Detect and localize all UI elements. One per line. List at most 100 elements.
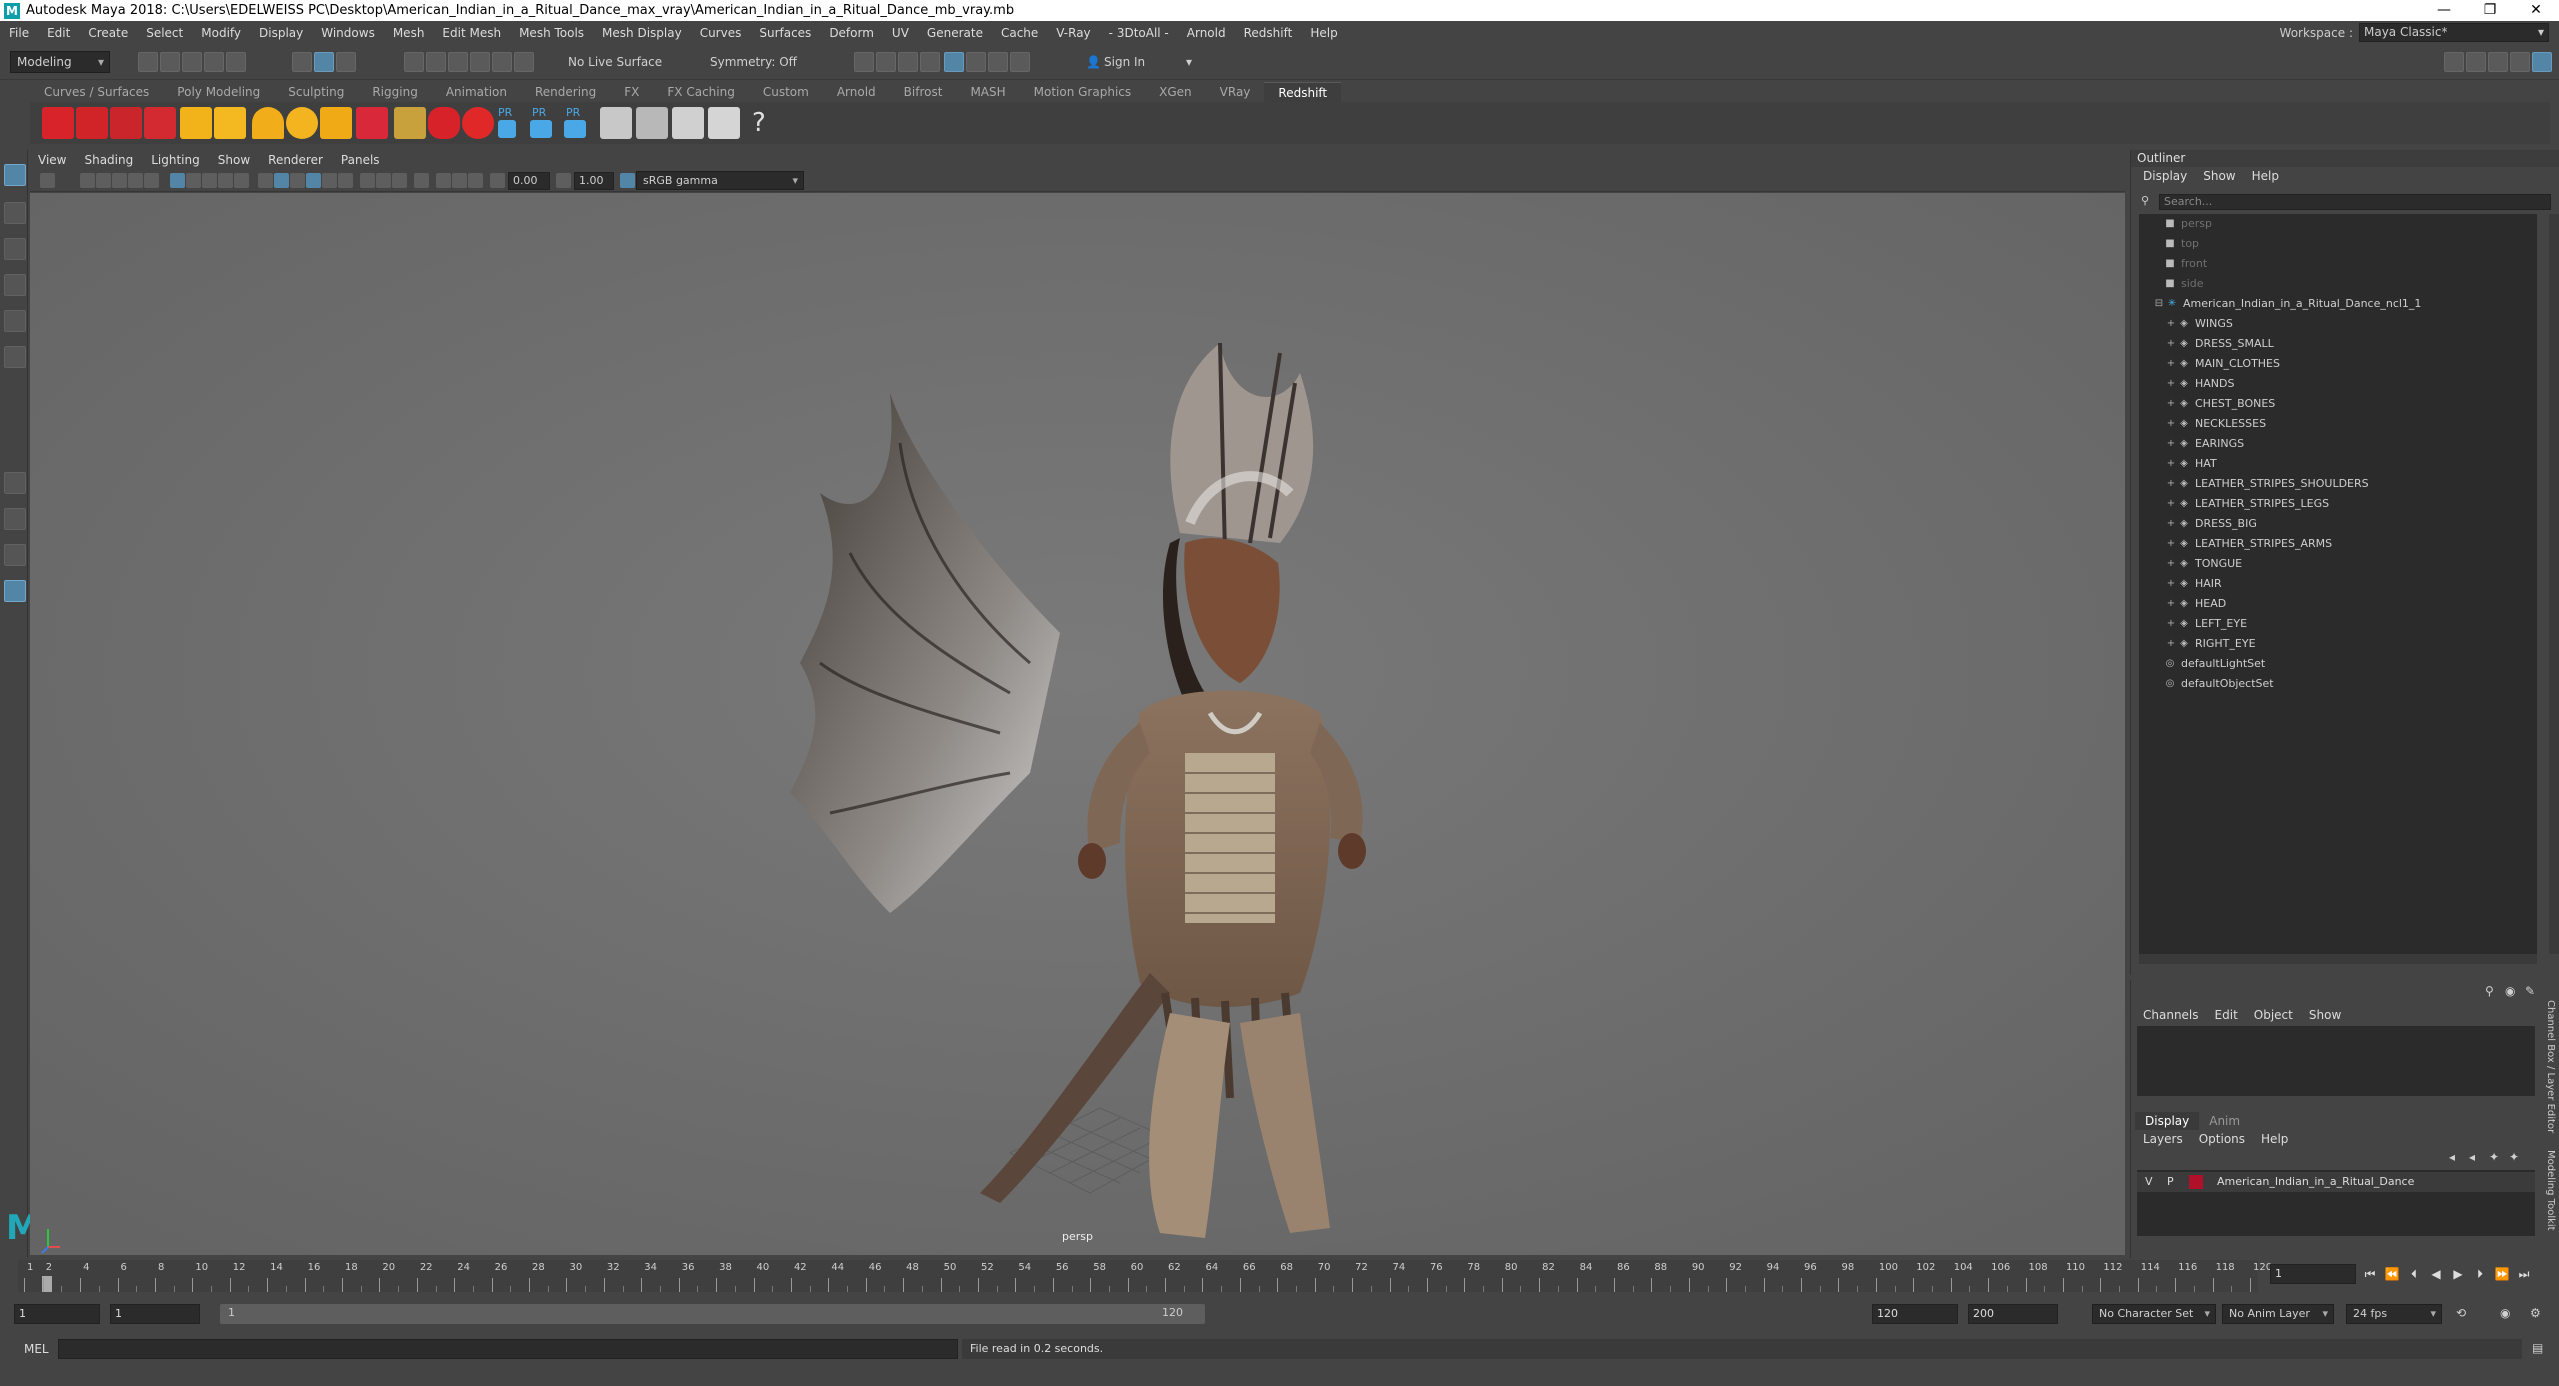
shelf-tab-motion-graphics[interactable]: Motion Graphics	[1020, 82, 1146, 102]
menu-curves[interactable]: Curves	[691, 26, 751, 40]
smooth-shade-icon[interactable]	[274, 173, 289, 188]
pr-label-3[interactable]: PR	[566, 106, 580, 119]
expand-icon[interactable]: +	[2165, 614, 2177, 634]
menu-windows[interactable]: Windows	[312, 26, 384, 40]
snap-curve-icon[interactable]	[426, 52, 446, 72]
new-scene-icon[interactable]	[138, 52, 158, 72]
time-slider[interactable]: 1 2 4 6 8 10 12 14 16 18 20 22 24 26 28 30 32 34 36 38 40 42 4…	[0, 1258, 2559, 1294]
tab-anim[interactable]: Anim	[2199, 1112, 2250, 1130]
side-by-side-icon[interactable]	[4, 544, 26, 566]
channel-menu-edit[interactable]: Edit	[2207, 1008, 2246, 1022]
viewport-menu-view[interactable]: View	[30, 153, 76, 167]
outliner-item-root[interactable]: ⊟ ✳ American_Indian_in_a_Ritual_Dance_ncl1…	[2153, 294, 2422, 314]
layer-menu-options[interactable]: Options	[2191, 1132, 2253, 1146]
menu-file[interactable]: File	[0, 26, 38, 40]
tool-settings-icon[interactable]	[2488, 52, 2508, 72]
shelf-tab-vray[interactable]: VRay	[1206, 82, 1265, 102]
shelf-tab-poly-modeling[interactable]: Poly Modeling	[163, 82, 274, 102]
layer-name[interactable]: American_Indian_in_a_Ritual_Dance	[2217, 1172, 2414, 1192]
outliner-layout-icon[interactable]	[4, 580, 26, 602]
expand-icon[interactable]: +	[2165, 374, 2177, 394]
outliner-item-leather-stripes-legs[interactable]: + ◈ LEATHER_STRIPES_LEGS	[2165, 494, 2329, 514]
menu-3dtoall[interactable]: - 3DtoAll -	[1100, 26, 1178, 40]
redshift-render-view-icon[interactable]	[76, 107, 108, 139]
shelf-tab-rigging[interactable]: Rigging	[358, 82, 431, 102]
minimize-button[interactable]: —	[2421, 0, 2467, 21]
isolate-select-icon[interactable]	[414, 173, 429, 188]
command-input[interactable]	[58, 1339, 958, 1359]
menu-edit[interactable]: Edit	[38, 26, 79, 40]
outliner-item-leather-stripes-arms[interactable]: + ◈ LEATHER_STRIPES_ARMS	[2165, 534, 2332, 554]
modeling-toolkit-side-tab[interactable]: Modeling Toolkit	[2545, 1150, 2556, 1231]
gamma-field[interactable]: 1.00	[574, 172, 614, 190]
fps-dropdown[interactable]: 24 fps	[2346, 1304, 2442, 1324]
loop-icon[interactable]: ⟲	[2456, 1306, 2466, 1320]
shelf-tab-fx-caching[interactable]: FX Caching	[653, 82, 748, 102]
shelf-tab-custom[interactable]: Custom	[749, 82, 823, 102]
expand-icon[interactable]: +	[2165, 574, 2177, 594]
menu-modify[interactable]: Modify	[192, 26, 250, 40]
log-icon[interactable]	[708, 107, 740, 139]
scale-tool-icon[interactable]	[4, 346, 26, 368]
outliner-menu-help[interactable]: Help	[2244, 167, 2287, 185]
menu-help[interactable]: Help	[1301, 26, 1346, 40]
menu-mesh-display[interactable]: Mesh Display	[593, 26, 691, 40]
gamma-icon[interactable]	[556, 173, 571, 188]
textured-icon[interactable]	[306, 173, 321, 188]
chevron-down-icon[interactable]: ▾	[1186, 55, 1192, 69]
outliner-search-input[interactable]: Search...	[2159, 194, 2551, 210]
wireframe-on-shaded-icon[interactable]	[290, 173, 305, 188]
field-chart-icon[interactable]	[234, 173, 249, 188]
character-set-dropdown[interactable]: No Character Set	[2092, 1304, 2216, 1324]
outliner-menu-show[interactable]: Show	[2195, 167, 2243, 185]
redshift-proxy-icon[interactable]	[144, 107, 176, 139]
screen-space-ao-icon[interactable]	[360, 173, 375, 188]
move-tool-icon[interactable]	[4, 274, 26, 296]
snap-live-icon[interactable]	[492, 52, 512, 72]
outliner-item-left-eye[interactable]: + ◈ LEFT_EYE	[2165, 614, 2247, 634]
pr-label-2[interactable]: PR	[532, 106, 546, 119]
outliner-vertical-scrollbar[interactable]	[2549, 214, 2559, 954]
film-gate-icon[interactable]	[186, 173, 201, 188]
shelf-tab-redshift[interactable]: Redshift	[1264, 82, 1342, 102]
outliner-item-wings[interactable]: + ◈ WINGS	[2165, 314, 2233, 334]
menu-arnold[interactable]: Arnold	[1178, 26, 1235, 40]
exposure-icon[interactable]	[490, 173, 505, 188]
expand-icon[interactable]: +	[2165, 514, 2177, 534]
select-hierarchy-icon[interactable]	[292, 52, 312, 72]
outliner-item-dress-big[interactable]: + ◈ DRESS_BIG	[2165, 514, 2257, 534]
step-back-frame-icon[interactable]: ⏴	[2406, 1266, 2422, 1282]
resolution-gate-icon[interactable]	[202, 173, 217, 188]
tab-display[interactable]: Display	[2135, 1112, 2200, 1130]
shelf-tab-animation[interactable]: Animation	[432, 82, 521, 102]
outliner-item-earings[interactable]: + ◈ EARINGS	[2165, 434, 2244, 454]
use-all-lights-icon[interactable]	[322, 173, 337, 188]
layer-menu-layers[interactable]: Layers	[2135, 1132, 2191, 1146]
rotate-tool-icon[interactable]	[4, 310, 26, 332]
spot-light-icon[interactable]	[252, 107, 284, 139]
motion-blur-icon[interactable]	[376, 173, 391, 188]
outliner-item-right-eye[interactable]: + ◈ RIGHT_EYE	[2165, 634, 2256, 654]
playback-start-field[interactable]: 1	[110, 1304, 200, 1324]
expand-icon[interactable]: +	[2165, 634, 2177, 654]
material-preview-icon[interactable]	[600, 107, 632, 139]
pr-label-1[interactable]: PR	[498, 106, 512, 119]
viewport-menu-renderer[interactable]: Renderer	[260, 153, 333, 167]
vray-ipr-icon[interactable]	[988, 52, 1008, 72]
sun-light-icon[interactable]	[320, 107, 352, 139]
render-frame-icon[interactable]	[854, 52, 874, 72]
perspective-viewport[interactable]	[30, 193, 2125, 1255]
workspace-dropdown[interactable]: Maya Classic*	[2359, 23, 2549, 42]
menu-mesh[interactable]: Mesh	[384, 26, 434, 40]
paint-select-tool-icon[interactable]	[4, 238, 26, 260]
outliner-item-necklesses[interactable]: + ◈ NECKLESSES	[2165, 414, 2266, 434]
single-view-icon[interactable]	[4, 472, 26, 494]
outliner-item-persp[interactable]: ■ persp	[2163, 214, 2212, 234]
snap-grid-icon[interactable]	[404, 52, 424, 72]
render-settings-icon[interactable]	[898, 52, 918, 72]
grid-toggle-icon[interactable]	[170, 173, 185, 188]
viewport-menu-panels[interactable]: Panels	[333, 153, 390, 167]
outliner-item-main-clothes[interactable]: + ◈ MAIN_CLOTHES	[2165, 354, 2280, 374]
pause-icon[interactable]	[1010, 52, 1030, 72]
move-layer-up-icon[interactable]: ◂	[2449, 1150, 2455, 1164]
